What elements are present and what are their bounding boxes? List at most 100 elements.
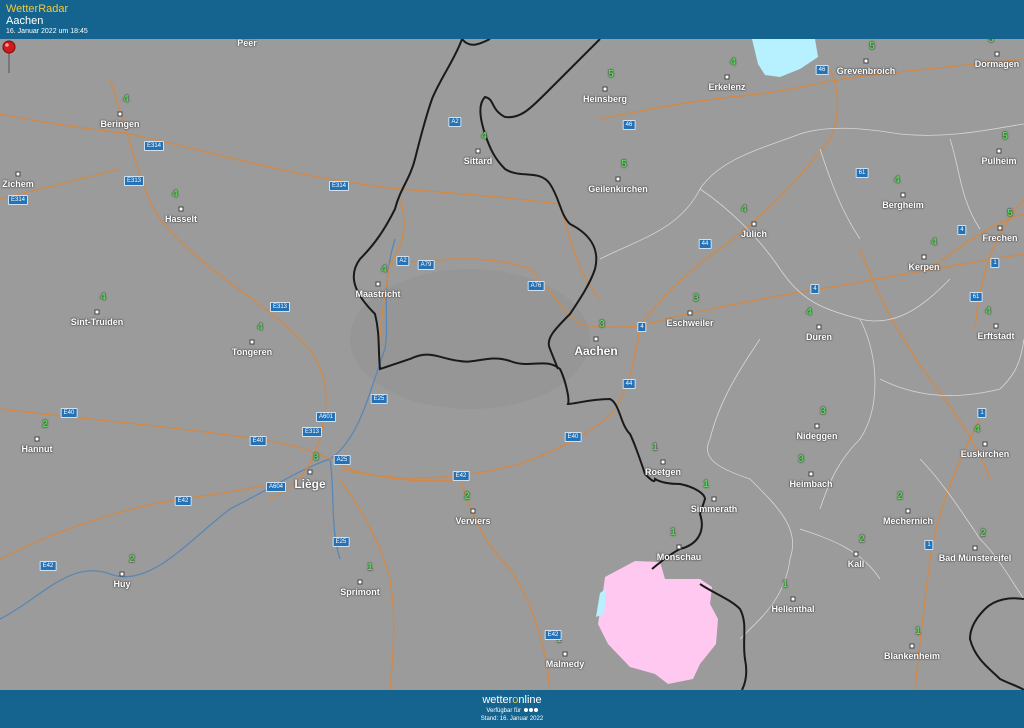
city-label[interactable]: Roetgen — [645, 467, 681, 477]
city-label[interactable]: Hellenthal — [771, 604, 814, 614]
city-marker — [593, 336, 599, 342]
city-marker — [307, 469, 313, 475]
road-sign: A79 — [417, 260, 435, 270]
app-footer: wetteronline Verfügbar für Stand: 16. Ja… — [0, 690, 1024, 728]
city-label[interactable]: Aachen — [574, 344, 617, 358]
temperature-value: 2 — [129, 554, 135, 565]
city-label[interactable]: Huy — [113, 579, 130, 589]
city-label[interactable]: Bad Münstereifel — [939, 553, 1012, 563]
temperature-value: 4 — [931, 237, 937, 248]
city-label[interactable]: Kall — [848, 559, 865, 569]
city-label[interactable]: Dormagen — [975, 59, 1020, 69]
city-label[interactable]: Frechen — [982, 233, 1017, 243]
city-label[interactable]: Liège — [294, 477, 325, 491]
city-label[interactable]: Düren — [806, 332, 832, 342]
city-label[interactable]: Kerpen — [908, 262, 939, 272]
city-label[interactable]: Euskirchen — [961, 449, 1010, 459]
road-sign: 44 — [698, 239, 712, 249]
temperature-value: 4 — [172, 189, 178, 200]
platform-icon — [523, 708, 528, 713]
city-label[interactable]: Jülich — [741, 229, 767, 239]
radar-map[interactable]: Peer Beringen 4 Zichem Hasselt 4 Sint-Truiden 4… — [0, 39, 1024, 690]
city-marker — [562, 651, 568, 657]
temperature-value: 4 — [894, 175, 900, 186]
city-label[interactable]: Beringen — [100, 119, 139, 129]
city-marker — [94, 309, 100, 315]
city-marker — [615, 176, 621, 182]
city-marker — [816, 324, 822, 330]
light-rain-area — [752, 39, 818, 77]
city-label[interactable]: Geilenkirchen — [588, 184, 648, 194]
road-sign: A76 — [527, 281, 545, 291]
city-label[interactable]: Verviers — [455, 516, 490, 526]
app-header: WetterRadar Aachen 16. Januar 2022 um 18… — [0, 0, 1024, 39]
temperature-value: 4 — [730, 57, 736, 68]
road-sign: 4 — [810, 284, 820, 294]
city-label[interactable]: Simmerath — [691, 504, 738, 514]
location-pin-icon[interactable] — [0, 39, 18, 75]
city-label[interactable]: Tongeren — [232, 347, 272, 357]
city-label[interactable]: Malmedy — [546, 659, 585, 669]
city-marker — [909, 643, 915, 649]
road-sign: E40 — [564, 432, 582, 442]
city-marker — [853, 551, 859, 557]
river-lines — [0, 238, 396, 620]
temperature-value: 5 — [869, 41, 875, 52]
temperature-value: 2 — [897, 491, 903, 502]
city-marker — [676, 544, 682, 550]
city-marker — [905, 508, 911, 514]
temperature-value: 3 — [599, 319, 605, 330]
road-sign: A604 — [265, 482, 287, 492]
city-label[interactable]: Maastricht — [355, 289, 400, 299]
city-label[interactable]: Eschweiler — [666, 318, 713, 328]
road-sign: E313 — [123, 176, 145, 186]
city-marker — [249, 339, 255, 345]
road-sign: 46 — [622, 120, 636, 130]
city-label[interactable]: Erkelenz — [708, 82, 745, 92]
city-label[interactable]: Hasselt — [165, 214, 197, 224]
city-marker — [751, 221, 757, 227]
city-marker — [15, 171, 21, 177]
city-label[interactable]: Heinsberg — [583, 94, 627, 104]
city-label[interactable]: Pulheim — [981, 156, 1016, 166]
city-label[interactable]: Mechernich — [883, 516, 933, 526]
road-sign: 46 — [815, 65, 829, 75]
city-marker — [814, 423, 820, 429]
temperature-value: 2 — [859, 534, 865, 545]
temperature-value: 1 — [670, 527, 676, 538]
radar-timestamp: 16. Januar 2022 um 18:45 — [6, 28, 88, 35]
road-sign: E314 — [7, 195, 29, 205]
temperature-value: 1 — [367, 562, 373, 573]
city-marker — [602, 86, 608, 92]
map-base-layer — [0, 39, 1024, 690]
road-sign: A25 — [333, 455, 351, 465]
city-marker — [34, 436, 40, 442]
road-sign: E314 — [143, 141, 165, 151]
temperature-value: 4 — [806, 307, 812, 318]
city-label[interactable]: Monschau — [657, 552, 702, 562]
city-label[interactable]: Zichem — [2, 179, 34, 189]
temperature-value: 4 — [123, 94, 129, 105]
city-label[interactable]: Hannut — [22, 444, 53, 454]
city-label[interactable]: Peer — [237, 39, 257, 48]
temperature-value: 2 — [980, 528, 986, 539]
temperature-value: 4 — [985, 306, 991, 317]
city-marker — [470, 508, 476, 514]
road-sign: 1 — [977, 408, 987, 418]
city-label[interactable]: Nideggen — [796, 431, 837, 441]
brand-title: WetterRadar — [6, 3, 69, 15]
city-label[interactable]: Blankenheim — [884, 651, 940, 661]
city-label[interactable]: Sint-Truiden — [71, 317, 124, 327]
road-sign: E40 — [249, 436, 267, 446]
city-label[interactable]: Heimbach — [789, 479, 832, 489]
city-label[interactable]: Erftstadt — [977, 331, 1014, 341]
city-marker — [178, 206, 184, 212]
city-label[interactable]: Sittard — [464, 156, 493, 166]
location-title: Aachen — [6, 15, 44, 27]
city-marker — [687, 310, 693, 316]
road-sign: 61 — [855, 168, 869, 178]
temperature-value: 5 — [988, 39, 994, 45]
city-label[interactable]: Sprimont — [340, 587, 380, 597]
city-label[interactable]: Grevenbroich — [837, 66, 896, 76]
city-label[interactable]: Bergheim — [882, 200, 924, 210]
